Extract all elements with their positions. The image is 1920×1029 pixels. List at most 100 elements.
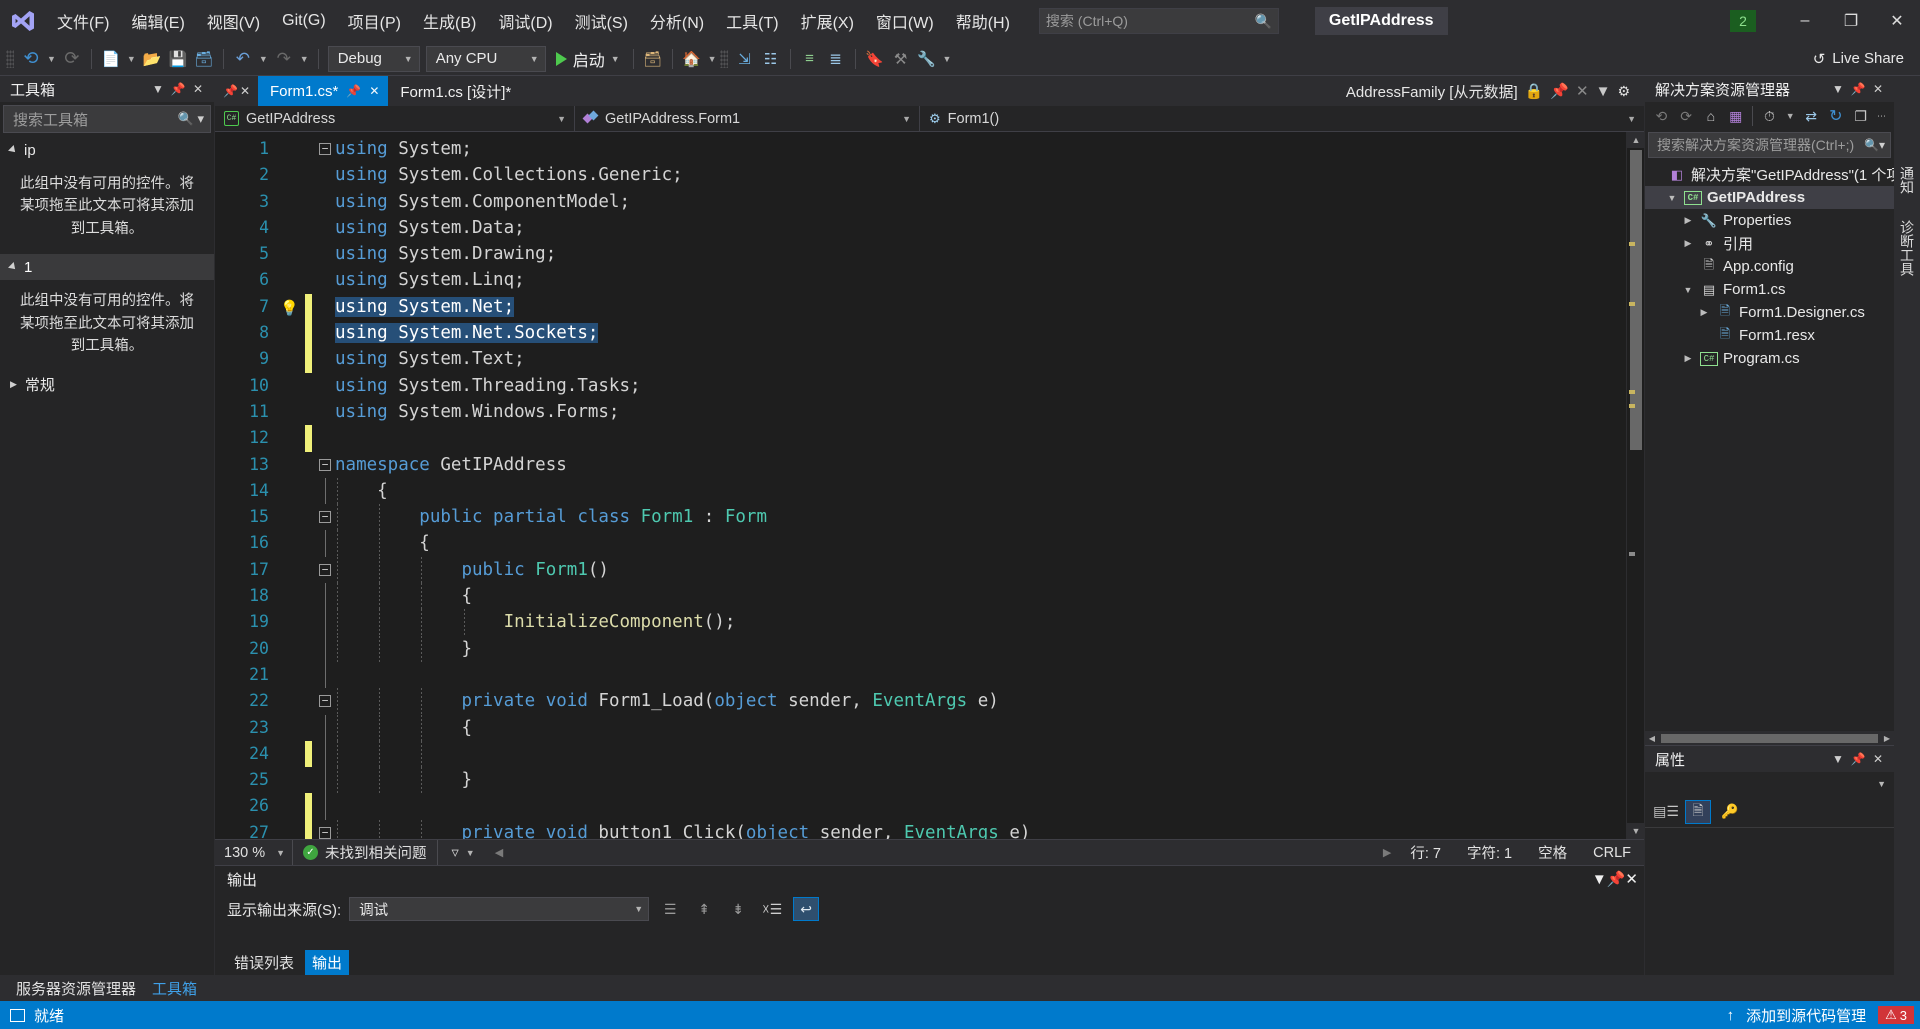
- code-line[interactable]: 5using System.Drawing;: [215, 241, 1626, 267]
- solution-explorer-hscrollbar[interactable]: ◀ ▶: [1645, 731, 1894, 745]
- navigate-forward-icon[interactable]: ⟳: [59, 45, 85, 73]
- close-icon[interactable]: ✕: [1868, 752, 1888, 766]
- code-line[interactable]: 6using System.Linq;: [215, 267, 1626, 293]
- scroll-left-icon[interactable]: ◀: [1645, 734, 1659, 743]
- undo-dropdown-icon[interactable]: ▼: [256, 54, 271, 64]
- autohide-tab-diagnostic-tools[interactable]: 诊断工具: [1897, 220, 1917, 276]
- menu-test[interactable]: 测试(S): [564, 0, 639, 42]
- code-line[interactable]: 11using System.Windows.Forms;: [215, 399, 1626, 425]
- menu-git[interactable]: Git(G): [271, 0, 337, 42]
- code-line[interactable]: 17− public Form1(): [215, 557, 1626, 583]
- code-line[interactable]: 2using System.Collections.Generic;: [215, 162, 1626, 188]
- tree-item[interactable]: ▶🔧Properties: [1645, 209, 1894, 232]
- code-line[interactable]: 19 InitializeComponent();: [215, 609, 1626, 635]
- code-line[interactable]: 15− public partial class Form1 : Form: [215, 504, 1626, 530]
- sync-icon[interactable]: ⇄: [1800, 104, 1823, 128]
- toolbar-grip[interactable]: [6, 50, 14, 68]
- toolbox-group-ip[interactable]: ip: [0, 137, 214, 163]
- go-to-previous-icon[interactable]: ⇞: [691, 897, 717, 921]
- menu-window[interactable]: 窗口(W): [865, 0, 945, 42]
- tree-item[interactable]: 🗎Form1.resx: [1645, 324, 1894, 347]
- pin-icon[interactable]: 📌: [1550, 82, 1569, 100]
- pin-icon[interactable]: 📌: [346, 84, 361, 98]
- menu-analyze[interactable]: 分析(N): [639, 0, 715, 42]
- code-line[interactable]: 27− private void button1_Click(object se…: [215, 820, 1626, 839]
- toggle-word-wrap-icon[interactable]: ↩: [793, 897, 819, 921]
- comment-icon[interactable]: ≣: [823, 45, 849, 73]
- categorized-icon[interactable]: ▤☰: [1653, 800, 1679, 824]
- properties-object-selector[interactable]: ▼: [1645, 772, 1894, 796]
- pin-icon[interactable]: 📌: [223, 84, 238, 98]
- code-line[interactable]: 7💡using System.Net;: [215, 294, 1626, 320]
- chevron-down-icon[interactable]: ▼: [1783, 111, 1798, 121]
- solution-explorer-search-input[interactable]: 搜索解决方案资源管理器(Ctrl+;) 🔍▾: [1648, 132, 1891, 158]
- issues-status[interactable]: ✓ 未找到相关问题: [293, 840, 437, 866]
- scroll-up-icon[interactable]: ▲: [1627, 132, 1645, 148]
- home-dropdown-icon[interactable]: ▼: [705, 54, 720, 64]
- tree-item[interactable]: ▼C#GetIPAddress: [1645, 186, 1894, 209]
- issue-filter[interactable]: ▿ ▼: [437, 840, 485, 866]
- chevron-down-icon[interactable]: ▼: [1596, 83, 1611, 100]
- chevron-collapsed-icon[interactable]: ▶: [1681, 215, 1695, 226]
- gear-icon[interactable]: ⚙: [1617, 83, 1630, 100]
- notification-badge[interactable]: 2: [1730, 10, 1756, 32]
- menu-project[interactable]: 项目(P): [337, 0, 412, 42]
- solution-configuration-combo[interactable]: Debug ▼: [328, 46, 420, 72]
- compare-icon[interactable]: ☷: [758, 45, 784, 73]
- pin-icon[interactable]: 📌: [1607, 870, 1626, 888]
- code-line[interactable]: 21: [215, 662, 1626, 688]
- find-message-icon[interactable]: ☰: [657, 897, 683, 921]
- menu-tools[interactable]: 工具(T): [715, 0, 789, 42]
- forward-icon[interactable]: ⟳: [1675, 104, 1698, 128]
- events-key-icon[interactable]: 🔑: [1717, 800, 1743, 824]
- save-all-icon[interactable]: 🗃: [191, 45, 217, 73]
- chevron-down-icon[interactable]: ▼: [1828, 752, 1848, 766]
- collapse-icon[interactable]: −: [319, 511, 331, 523]
- back-dropdown-icon[interactable]: ▼: [44, 54, 59, 64]
- code-line[interactable]: 8using System.Net.Sockets;: [215, 320, 1626, 346]
- tree-item[interactable]: ▶🗎Form1.Designer.cs: [1645, 301, 1894, 324]
- wrench-icon[interactable]: 🔧: [914, 45, 940, 73]
- start-debug-button[interactable]: 启动 ▼: [549, 45, 627, 73]
- collapse-icon[interactable]: −: [319, 143, 331, 155]
- close-icon[interactable]: ✕: [1874, 0, 1920, 42]
- toolbox-group-general[interactable]: ▶ 常规: [0, 372, 214, 398]
- redo-icon[interactable]: ↷: [271, 45, 297, 73]
- nav-prev-icon[interactable]: ◀: [485, 840, 513, 866]
- chevron-down-icon[interactable]: ▼: [611, 54, 620, 64]
- quick-launch-search[interactable]: 搜索 (Ctrl+Q) 🔍: [1039, 8, 1279, 34]
- navbar-project-dropdown[interactable]: C# GetIPAddress ▼: [215, 106, 575, 132]
- new-project-icon[interactable]: 📄: [98, 45, 124, 73]
- navigate-back-icon[interactable]: ⟲: [18, 45, 44, 73]
- menu-file[interactable]: 文件(F): [46, 0, 120, 42]
- tree-item[interactable]: ◧解决方案"GetIPAddress"(1 个项目/共: [1645, 163, 1894, 186]
- chevron-down-icon[interactable]: ▼: [148, 82, 168, 96]
- close-icon[interactable]: ✕: [240, 84, 250, 98]
- close-icon[interactable]: ✕: [1576, 82, 1589, 100]
- open-folder-icon[interactable]: 📂: [139, 45, 165, 73]
- indentation-mode[interactable]: 空格: [1525, 842, 1580, 863]
- close-icon[interactable]: ✕: [1625, 870, 1638, 888]
- go-to-next-icon[interactable]: ⇟: [725, 897, 751, 921]
- refresh-icon[interactable]: ↻: [1824, 104, 1847, 128]
- chevron-collapsed-icon[interactable]: ▶: [1681, 238, 1695, 249]
- navbar-member-dropdown[interactable]: ⚙ Form1() ▼: [920, 106, 1644, 132]
- error-badge[interactable]: ⚠ 3: [1878, 1006, 1914, 1024]
- tab-form1-cs[interactable]: Form1.cs* 📌 ✕: [258, 76, 388, 106]
- clear-all-icon[interactable]: ☓☰: [759, 897, 785, 921]
- close-icon[interactable]: ✕: [369, 84, 379, 98]
- menu-debug[interactable]: 调试(D): [487, 0, 563, 42]
- code-line[interactable]: 1−using System;: [215, 136, 1626, 162]
- menu-extensions[interactable]: 扩展(X): [790, 0, 865, 42]
- minimize-icon[interactable]: –: [1782, 0, 1828, 42]
- code-editor[interactable]: 1−using System;2using System.Collections…: [215, 132, 1644, 839]
- code-scroll-area[interactable]: 1−using System;2using System.Collections…: [215, 132, 1626, 839]
- chevron-down-icon[interactable]: ▼: [1828, 82, 1848, 96]
- collapse-icon[interactable]: −: [319, 564, 331, 576]
- chevron-down-icon[interactable]: ▼: [1592, 871, 1607, 888]
- chevron-collapsed-icon[interactable]: ▶: [1681, 353, 1695, 364]
- code-line[interactable]: 26: [215, 793, 1626, 819]
- solution-tree[interactable]: ◧解决方案"GetIPAddress"(1 个项目/共▼C#GetIPAddre…: [1645, 160, 1894, 731]
- code-line[interactable]: 22− private void Form1_Load(object sende…: [215, 688, 1626, 714]
- toolbox-icon[interactable]: ⚒: [888, 45, 914, 73]
